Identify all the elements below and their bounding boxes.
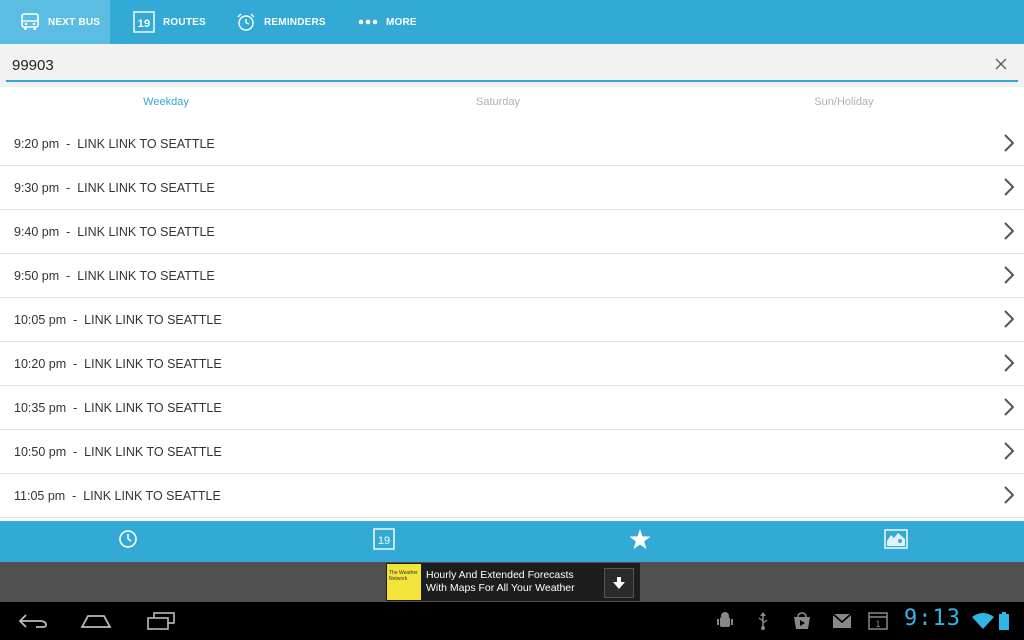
schedule-row-text: 9:20 pm - LINK LINK TO SEATTLE [14,137,215,151]
back-icon[interactable] [18,602,48,640]
svg-text:1: 1 [875,619,880,629]
schedule-row-text: 9:30 pm - LINK LINK TO SEATTLE [14,181,215,195]
more-dots-icon [358,18,378,26]
recent-apps-icon[interactable] [146,602,176,640]
top-tab-bar: NEXT BUS 19 ROUTES REMINDERS MORE [0,0,1024,44]
schedule-row-text: 10:35 pm - LINK LINK TO SEATTLE [14,401,222,415]
bottom-nav-next-bus[interactable] [0,521,256,562]
clear-icon[interactable] [992,55,1010,73]
play-store-icon [792,602,812,640]
schedule-row-text: 9:50 pm - LINK LINK TO SEATTLE [14,269,215,283]
tab-reminders-label: REMINDERS [264,16,326,28]
schedule-row-text: 10:20 pm - LINK LINK TO SEATTLE [14,357,222,371]
schedule-row-text: 11:05 pm - LINK LINK TO SEATTLE [14,489,221,503]
clock-icon [118,529,138,554]
day-tab-sun-holiday[interactable]: Sun/Holiday [744,96,944,108]
chevron-right-icon [1004,222,1015,245]
day-tabs: Weekday Saturday Sun/Holiday [0,88,1024,122]
bottom-nav-routes[interactable]: 19 [256,521,512,562]
svg-text:19: 19 [378,535,390,547]
tab-more-label: MORE [386,16,417,28]
bus-icon [20,13,40,31]
status-clock: 9:13 [904,606,961,631]
schedule-row[interactable]: 10:50 pm - LINK LINK TO SEATTLE [0,430,1024,474]
system-nav-bar: 1 [0,602,1024,640]
home-icon[interactable] [80,602,112,640]
schedule-row[interactable]: 10:35 pm - LINK LINK TO SEATTLE [0,386,1024,430]
weather-network-logo: The Weather Network [387,564,421,600]
chevron-right-icon [1004,134,1015,157]
stop-search-input[interactable] [12,54,972,76]
chevron-right-icon [1004,266,1015,289]
calendar-icon: 19 [133,11,155,33]
chevron-right-icon [1004,354,1015,377]
tab-next-bus[interactable]: NEXT BUS [0,0,110,44]
calendar-notification-icon: 1 [868,602,888,640]
schedule-row-text: 10:05 pm - LINK LINK TO SEATTLE [14,313,222,327]
tab-routes-label: ROUTES [163,16,206,28]
tab-next-bus-label: NEXT BUS [48,16,101,28]
schedule-row[interactable]: 9:40 pm - LINK LINK TO SEATTLE [0,210,1024,254]
wifi-icon [972,602,994,640]
map-icon [884,529,908,554]
bottom-nav-favorites[interactable] [512,521,768,562]
download-icon[interactable] [604,568,634,598]
day-tab-saturday[interactable]: Saturday [398,96,598,108]
tab-more[interactable]: MORE [358,0,417,44]
schedule-row[interactable]: 10:20 pm - LINK LINK TO SEATTLE [0,342,1024,386]
ad-line-2: With Maps For All Your Weather [426,582,575,594]
schedule-row[interactable]: 11:05 pm - LINK LINK TO SEATTLE [0,474,1024,518]
battery-icon [999,602,1009,640]
svg-text:19: 19 [138,18,151,30]
day-tab-weekday[interactable]: Weekday [66,96,266,108]
schedule-row[interactable]: 9:50 pm - LINK LINK TO SEATTLE [0,254,1024,298]
ad-line-1: Hourly And Extended Forecasts [426,569,574,581]
ad-banner[interactable]: The Weather Network Hourly And Extended … [386,563,640,601]
schedule-list: 9:20 pm - LINK LINK TO SEATTLE 9:30 pm -… [0,122,1024,520]
schedule-row[interactable]: 10:05 pm - LINK LINK TO SEATTLE [0,298,1024,342]
android-debug-icon [716,602,734,640]
bottom-nav-map[interactable] [768,521,1024,562]
ad-banner-area: The Weather Network Hourly And Extended … [0,562,1024,602]
chevron-right-icon [1004,398,1015,421]
search-box [6,50,1018,82]
chevron-right-icon [1004,442,1015,465]
chevron-right-icon [1004,310,1015,333]
calendar-icon: 19 [373,528,395,555]
chevron-right-icon [1004,486,1015,509]
star-icon [629,528,651,555]
schedule-row[interactable]: 9:30 pm - LINK LINK TO SEATTLE [0,166,1024,210]
schedule-row-text: 10:50 pm - LINK LINK TO SEATTLE [14,445,222,459]
gmail-icon [832,602,852,640]
schedule-row-text: 9:40 pm - LINK LINK TO SEATTLE [14,225,215,239]
bottom-nav-bar: 19 [0,521,1024,562]
tab-routes[interactable]: 19 ROUTES [133,0,206,44]
search-bar [0,44,1024,87]
usb-icon [756,602,770,640]
alarm-clock-icon [236,12,256,32]
schedule-row[interactable]: 9:20 pm - LINK LINK TO SEATTLE [0,122,1024,166]
tab-reminders[interactable]: REMINDERS [236,0,326,44]
chevron-right-icon [1004,178,1015,201]
